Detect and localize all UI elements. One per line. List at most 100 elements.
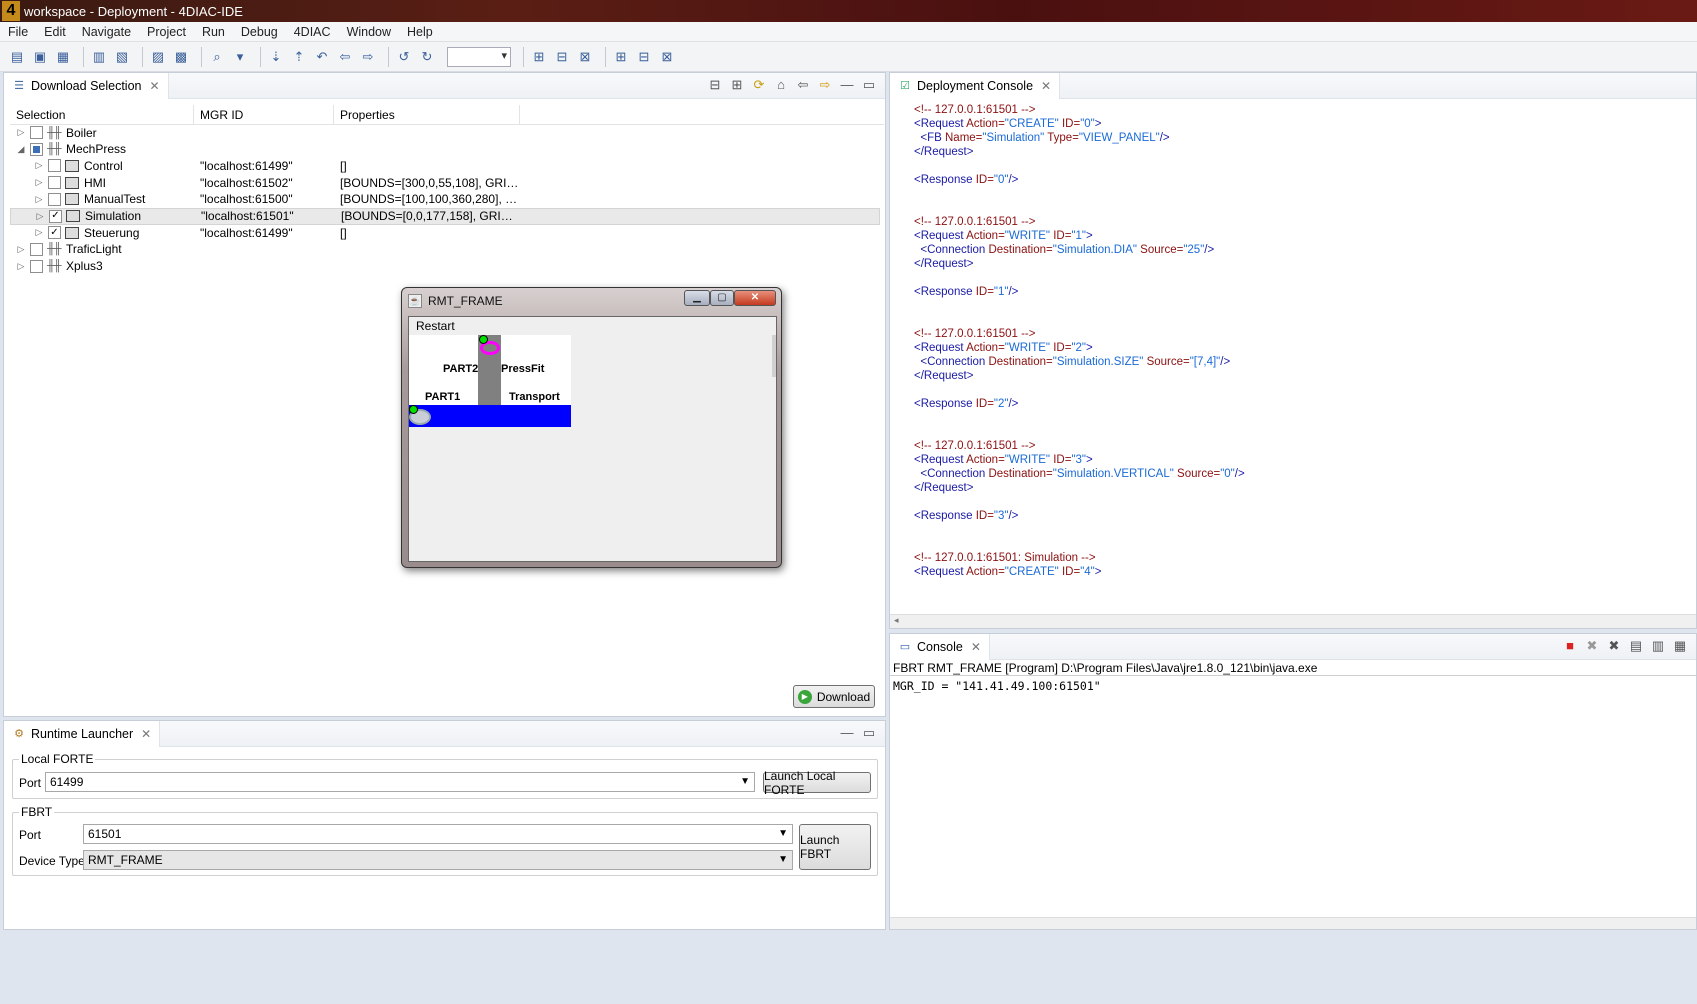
checkbox[interactable] (48, 192, 61, 206)
terminate-icon[interactable]: ■ (1562, 638, 1578, 654)
remove-all-icon[interactable]: ✖ (1606, 638, 1622, 654)
close-icon[interactable]: ✕ (150, 79, 160, 93)
menu-file[interactable]: File (0, 25, 36, 39)
close-icon[interactable]: ✕ (971, 640, 981, 654)
pin-console-icon[interactable]: ▦ (1672, 638, 1688, 654)
horizontal-scrollbar[interactable]: ◂ (890, 614, 1696, 628)
tree-row[interactable]: ▷ Control "localhost:61499" [] (10, 157, 880, 174)
column-header-mgr-id[interactable]: MGR ID (194, 105, 334, 124)
minimize-icon[interactable]: — (839, 725, 855, 741)
menu-navigate[interactable]: Navigate (74, 25, 139, 39)
scroll-lock-icon[interactable]: ▥ (1650, 638, 1666, 654)
undo-icon[interactable]: ↺ (395, 48, 413, 66)
previous-annotation-icon[interactable]: ⇡ (290, 48, 308, 66)
minimize-button[interactable]: ▁ (684, 290, 710, 306)
checkbox[interactable] (48, 159, 61, 173)
collapsed-arrow-icon[interactable]: ▷ (34, 160, 44, 171)
refresh-icon[interactable]: ⟳ (751, 77, 767, 93)
save-icon[interactable]: ▣ (31, 48, 49, 66)
last-edit-icon[interactable]: ↶ (313, 48, 331, 66)
rmt-frame-title-bar[interactable]: ☕ RMT_FRAME ▁ ▢ ✕ (402, 288, 781, 314)
align-middle-icon[interactable]: ⊟ (635, 48, 653, 66)
tree-row[interactable]: ▷ ManualTest "localhost:61500" [BOUNDS=[100… (10, 191, 880, 208)
menu-4diac[interactable]: 4DIAC (286, 25, 339, 39)
back-icon[interactable]: ⇦ (795, 77, 811, 93)
checkbox[interactable] (30, 126, 43, 139)
launch-fbrt-button[interactable]: Launch FBRT (799, 824, 871, 870)
forward-icon[interactable]: ⇨ (817, 77, 833, 93)
collapsed-arrow-icon[interactable]: ▷ (16, 261, 26, 272)
back-icon[interactable]: ⇦ (336, 48, 354, 66)
build-icon[interactable]: ▥ (90, 48, 108, 66)
close-button[interactable]: ✕ (734, 290, 776, 306)
maximize-button[interactable]: ▢ (710, 290, 734, 306)
expand-all-icon[interactable]: ⊞ (729, 77, 745, 93)
menu-run[interactable]: Run (194, 25, 233, 39)
search-icon[interactable]: ⌕ (208, 48, 226, 66)
download-button[interactable]: ▶ Download (793, 685, 875, 708)
checkbox[interactable]: ✓ (49, 209, 62, 223)
align-right-icon[interactable]: ⊠ (576, 48, 594, 66)
checkbox[interactable]: ✓ (48, 226, 61, 240)
column-header-properties[interactable]: Properties (334, 105, 520, 124)
close-icon[interactable]: ✕ (1041, 79, 1051, 93)
restart-menu[interactable]: Restart (409, 317, 776, 335)
tab-runtime-launcher[interactable]: ⚙ Runtime Launcher ✕ (4, 720, 161, 747)
zoom-combo[interactable] (447, 46, 511, 67)
checkbox[interactable] (30, 142, 43, 156)
tab-console[interactable]: ▭ Console ✕ (890, 633, 990, 660)
chevron-down-icon[interactable]: ▼ (778, 825, 788, 843)
maximize-icon[interactable]: ▭ (861, 725, 877, 741)
forward-icon[interactable]: ⇨ (359, 48, 377, 66)
collapsed-arrow-icon[interactable]: ▷ (34, 194, 44, 205)
menu-help[interactable]: Help (399, 25, 441, 39)
align-center-icon[interactable]: ⊟ (553, 48, 571, 66)
collapsed-arrow-icon[interactable]: ▷ (16, 127, 26, 138)
align-left-icon[interactable]: ⊞ (530, 48, 548, 66)
fbrt-port-combo[interactable]: 61501 ▼ (83, 824, 793, 844)
print-icon[interactable]: ▧ (113, 48, 131, 66)
checkbox[interactable] (30, 242, 43, 256)
column-header-selection[interactable]: Selection (10, 105, 194, 124)
next-annotation-icon[interactable]: ⇣ (267, 48, 285, 66)
redo-icon[interactable]: ↻ (418, 48, 436, 66)
tree-row[interactable]: ▷ ╫╫ Boiler (10, 124, 880, 141)
tree-row[interactable]: ▷ ╫╫ Xplus3 (10, 258, 880, 275)
checkbox[interactable] (30, 259, 43, 273)
tree-row[interactable]: ▷ ✓ Steuerung "localhost:61499" [] (10, 224, 880, 241)
home-icon[interactable]: ⌂ (773, 77, 789, 93)
menu-window[interactable]: Window (339, 25, 399, 39)
new-icon[interactable]: ▤ (8, 48, 26, 66)
collapsed-arrow-icon[interactable]: ▷ (16, 244, 26, 255)
tree-row[interactable]: ▷ ╫╫ TraficLight (10, 241, 880, 258)
save-all-icon[interactable]: ▦ (54, 48, 72, 66)
scrollbar[interactable] (772, 335, 776, 377)
collapsed-arrow-icon[interactable]: ▷ (34, 177, 44, 188)
deploy-icon[interactable]: ▨ (149, 48, 167, 66)
tree-row[interactable]: ▷ ✓ Simulation "localhost:61501" [BOUNDS=[0,… (10, 207, 880, 225)
collapsed-arrow-icon[interactable]: ▷ (35, 211, 45, 222)
checkbox[interactable] (48, 176, 61, 190)
debug-icon[interactable]: ▩ (172, 48, 190, 66)
maximize-icon[interactable]: ▭ (861, 77, 877, 93)
remove-launch-icon[interactable]: ✖ (1584, 638, 1600, 654)
tab-download-selection[interactable]: ☰ Download Selection ✕ (4, 72, 169, 99)
expanded-arrow-icon[interactable]: ◢ (16, 144, 26, 155)
align-top-icon[interactable]: ⊞ (612, 48, 630, 66)
local-forte-port-combo[interactable]: 61499 ▼ (45, 772, 755, 792)
chevron-down-icon[interactable]: ▾ (231, 48, 249, 66)
launch-local-forte-button[interactable]: Launch Local FORTE (763, 769, 871, 797)
clear-console-icon[interactable]: ▤ (1628, 638, 1644, 654)
horizontal-scrollbar[interactable] (890, 917, 1696, 929)
close-icon[interactable]: ✕ (141, 727, 151, 741)
collapse-all-icon[interactable]: ⊟ (707, 77, 723, 93)
menu-edit[interactable]: Edit (36, 25, 74, 39)
chevron-down-icon[interactable]: ▼ (778, 851, 788, 869)
align-bottom-icon[interactable]: ⊠ (658, 48, 676, 66)
menu-project[interactable]: Project (139, 25, 194, 39)
chevron-down-icon[interactable]: ▼ (740, 773, 750, 791)
tree-row[interactable]: ◢ ╫╫ MechPress (10, 141, 880, 158)
collapsed-arrow-icon[interactable]: ▷ (34, 227, 44, 238)
tree-row[interactable]: ▷ HMI "localhost:61502" [BOUNDS=[300,0,55,1… (10, 174, 880, 191)
tab-deployment-console[interactable]: ☑ Deployment Console ✕ (890, 72, 1061, 99)
